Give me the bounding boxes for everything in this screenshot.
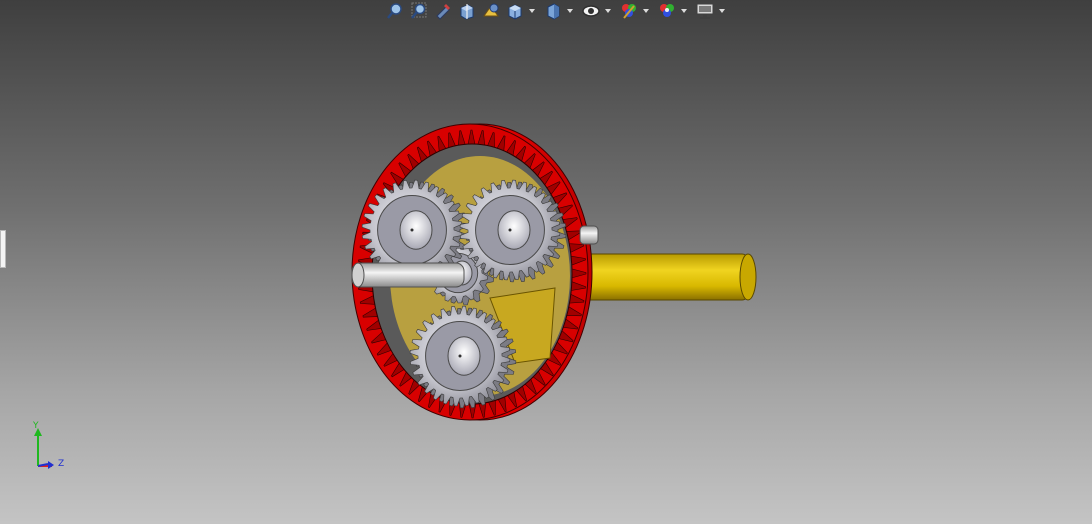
view-orientation-icon[interactable] bbox=[504, 1, 526, 21]
hide-show-dropdown-icon[interactable] bbox=[604, 1, 612, 21]
zoom-to-fit-icon[interactable] bbox=[384, 1, 406, 21]
planetary-gear-model[interactable] bbox=[340, 118, 770, 438]
output-shaft bbox=[579, 253, 749, 301]
planet-gear-bottom bbox=[409, 305, 517, 409]
view-settings-icon[interactable] bbox=[694, 1, 716, 21]
heads-up-view-toolbar bbox=[384, 0, 730, 22]
graphics-area[interactable]: Y Z bbox=[0, 0, 1092, 524]
hide-show-items-icon[interactable] bbox=[580, 1, 602, 21]
planet-gear-top-right bbox=[459, 179, 567, 283]
view-settings-dropdown-icon[interactable] bbox=[718, 1, 726, 21]
dynamic-annotation-icon[interactable] bbox=[480, 1, 502, 21]
display-style-dropdown-icon[interactable] bbox=[566, 1, 574, 21]
previous-view-icon[interactable] bbox=[432, 1, 454, 21]
section-view-icon[interactable] bbox=[456, 1, 478, 21]
apply-scene-icon[interactable] bbox=[656, 1, 678, 21]
coordinate-triad bbox=[34, 428, 54, 469]
feature-tree-flyout-handle[interactable] bbox=[0, 230, 6, 268]
zoom-to-area-icon[interactable] bbox=[408, 1, 430, 21]
apply-scene-dropdown-icon[interactable] bbox=[680, 1, 688, 21]
input-shaft bbox=[351, 262, 465, 288]
view-orientation-dropdown-icon[interactable] bbox=[528, 1, 536, 21]
y-axis-label: Y bbox=[33, 421, 39, 431]
display-style-icon[interactable] bbox=[542, 1, 564, 21]
z-axis-label: Z bbox=[58, 459, 65, 469]
edit-appearance-icon[interactable] bbox=[618, 1, 640, 21]
edit-appearance-dropdown-icon[interactable] bbox=[642, 1, 650, 21]
